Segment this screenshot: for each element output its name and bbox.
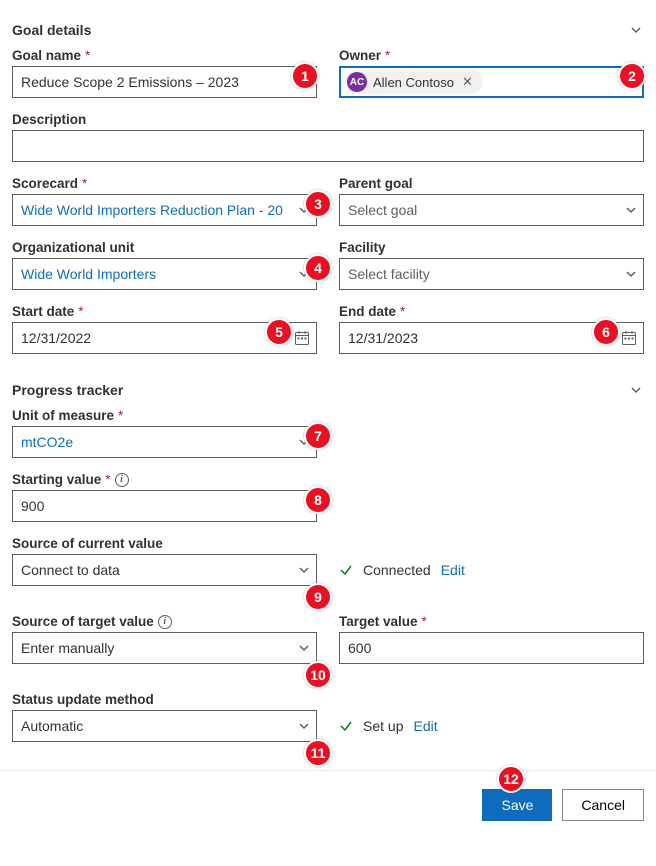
end-date-value: 12/31/2023 [348, 330, 418, 346]
parent-goal-label: Parent goal [339, 176, 644, 191]
section-title: Goal details [12, 22, 91, 38]
description-label: Description [12, 112, 644, 127]
owner-label: Owner* [339, 48, 644, 63]
edit-link[interactable]: Edit [413, 718, 437, 734]
owner-input[interactable]: AC Allen Contoso ✕ [339, 66, 644, 98]
facility-label: Facility [339, 240, 644, 255]
chevron-down-icon [628, 22, 644, 38]
starting-value-value: 900 [21, 498, 44, 514]
callout-3: 3 [304, 190, 332, 218]
source-current-value: Connect to data [21, 562, 120, 578]
cancel-button[interactable]: Cancel [562, 789, 644, 821]
callout-4: 4 [304, 254, 332, 282]
goal-name-input[interactable]: Reduce Scope 2 Emissions – 2023 [12, 66, 317, 98]
parent-goal-select[interactable]: Select goal [339, 194, 644, 226]
unit-of-measure-label: Unit of measure* [12, 408, 317, 423]
starting-value-label: Starting value* i [12, 472, 317, 487]
source-current-select[interactable]: Connect to data [12, 554, 317, 586]
facility-select[interactable]: Select facility [339, 258, 644, 290]
chevron-down-icon [298, 720, 310, 732]
source-target-label: Source of target value i [12, 614, 317, 629]
chevron-down-icon [628, 382, 644, 398]
edit-link[interactable]: Edit [441, 562, 465, 578]
source-target-value: Enter manually [21, 640, 114, 656]
scorecard-label: Scorecard* [12, 176, 317, 191]
scorecard-value: Wide World Importers Reduction Plan - 20 [21, 202, 283, 218]
org-unit-value: Wide World Importers [21, 266, 156, 282]
starting-value-input[interactable]: 900 [12, 490, 317, 522]
status-method-value: Automatic [21, 718, 83, 734]
end-date-label: End date* [339, 304, 644, 319]
source-target-select[interactable]: Enter manually [12, 632, 317, 664]
callout-1: 1 [291, 62, 319, 90]
info-icon[interactable]: i [158, 615, 172, 629]
owner-chip: AC Allen Contoso ✕ [345, 70, 483, 94]
avatar: AC [347, 72, 367, 92]
status-method-select[interactable]: Automatic [12, 710, 317, 742]
parent-goal-value: Select goal [348, 202, 417, 218]
scorecard-select[interactable]: Wide World Importers Reduction Plan - 20 [12, 194, 317, 226]
section-title: Progress tracker [12, 382, 123, 398]
callout-10: 10 [304, 661, 332, 689]
divider [0, 770, 656, 771]
setup-status: Set up [363, 718, 403, 734]
unit-of-measure-value: mtCO2e [21, 434, 73, 450]
calendar-icon[interactable] [294, 330, 310, 346]
section-header-progress-tracker[interactable]: Progress tracker [12, 382, 644, 398]
chevron-down-icon [625, 268, 637, 280]
target-value-value: 600 [348, 640, 371, 656]
info-icon[interactable]: i [115, 473, 129, 487]
connected-status: Connected [363, 562, 431, 578]
check-icon [339, 719, 353, 733]
target-value-input[interactable]: 600 [339, 632, 644, 664]
callout-2: 2 [618, 62, 646, 90]
close-icon[interactable]: ✕ [460, 74, 475, 90]
start-date-value: 12/31/2022 [21, 330, 91, 346]
callout-6: 6 [592, 318, 620, 346]
check-icon [339, 563, 353, 577]
callout-9: 9 [304, 583, 332, 611]
calendar-icon[interactable] [621, 330, 637, 346]
chevron-down-icon [625, 204, 637, 216]
chevron-down-icon [298, 564, 310, 576]
org-unit-label: Organizational unit [12, 240, 317, 255]
goal-name-value: Reduce Scope 2 Emissions – 2023 [21, 74, 239, 90]
unit-of-measure-select[interactable]: mtCO2e [12, 426, 317, 458]
callout-8: 8 [304, 486, 332, 514]
section-header-goal-details[interactable]: Goal details [12, 22, 644, 38]
callout-11: 11 [304, 739, 332, 767]
callout-12: 12 [497, 765, 525, 793]
facility-value: Select facility [348, 266, 430, 282]
org-unit-select[interactable]: Wide World Importers [12, 258, 317, 290]
chevron-down-icon [298, 642, 310, 654]
status-method-label: Status update method [12, 692, 317, 707]
callout-5: 5 [265, 318, 293, 346]
start-date-label: Start date* [12, 304, 317, 319]
save-button[interactable]: Save [482, 789, 552, 821]
owner-name: Allen Contoso [373, 75, 454, 90]
callout-7: 7 [304, 422, 332, 450]
description-input[interactable] [12, 130, 644, 162]
goal-name-label: Goal name* [12, 48, 317, 63]
source-current-label: Source of current value [12, 536, 317, 551]
target-value-label: Target value* [339, 614, 644, 629]
